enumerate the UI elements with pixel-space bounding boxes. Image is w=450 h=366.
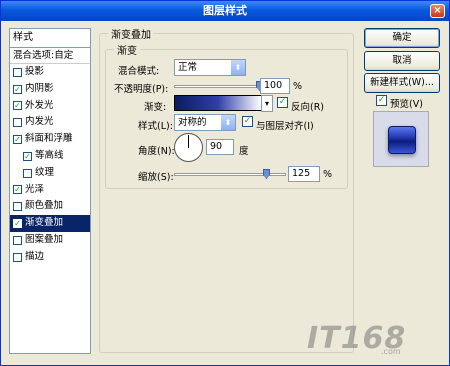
style-item-checkbox[interactable]: ✓	[13, 185, 22, 195]
style-item[interactable]: ✓ 等高线	[10, 148, 90, 165]
style-item-label: 渐变叠加	[25, 217, 64, 229]
style-item-checkbox[interactable]: ✓	[13, 101, 22, 111]
style-item-label: 斜面和浮雕	[25, 133, 73, 145]
chevron-down-icon: ▾	[262, 96, 272, 111]
style-item[interactable]: ✓ 光泽	[10, 182, 90, 199]
watermark-domain: .com	[381, 347, 401, 356]
style-list-header[interactable]: 样式	[10, 29, 90, 48]
opacity-unit: %	[293, 81, 303, 92]
style-item-checkbox[interactable]	[13, 252, 22, 262]
scale-input[interactable]: 125	[288, 166, 320, 182]
style-item[interactable]: 颜色叠加	[10, 198, 90, 215]
style-item[interactable]: ✓ 内阴影	[10, 81, 90, 98]
angle-unit: 度	[239, 146, 249, 157]
chevron-down-icon: ⬍	[221, 115, 235, 130]
opacity-input[interactable]: 100	[260, 78, 290, 94]
style-select[interactable]: 对称的 ⬍	[174, 114, 236, 131]
style-item-checkbox[interactable]	[13, 67, 22, 77]
ok-button[interactable]: 确定	[364, 28, 440, 48]
preview-label: 预览(V)	[390, 99, 423, 110]
cancel-button[interactable]: 取消	[364, 51, 440, 71]
reverse-label: 反向(R)	[291, 102, 325, 113]
style-item[interactable]: ✓ 渐变叠加	[10, 215, 90, 232]
close-button[interactable]: ×	[430, 4, 445, 18]
style-preview	[373, 111, 429, 167]
style-item[interactable]: 纹理	[10, 165, 90, 182]
title-bar: 图层样式 ×	[1, 1, 449, 21]
style-item-checkbox[interactable]: ✓	[13, 219, 22, 229]
gradient-picker-button[interactable]: ▾	[261, 95, 273, 112]
style-item-checkbox[interactable]: ✓	[23, 151, 32, 161]
align-with-layer-label: 与图层对齐(I)	[256, 121, 314, 132]
opacity-label: 不透明度(P):	[114, 84, 169, 95]
blend-mode-select[interactable]: 正常 ⬍	[174, 59, 246, 76]
blend-options-item[interactable]: 混合选项:自定	[10, 48, 90, 64]
angle-dial[interactable]	[174, 133, 203, 162]
style-item[interactable]: 内发光	[10, 114, 90, 131]
style-item-checkbox[interactable]	[13, 118, 22, 128]
style-item[interactable]: ✓ 外发光	[10, 98, 90, 115]
window-title: 图层样式	[203, 4, 247, 17]
style-item-label: 内阴影	[25, 82, 54, 94]
style-item-label: 光泽	[25, 183, 45, 195]
style-item-label: 投影	[25, 66, 45, 77]
style-item[interactable]: ✓ 斜面和浮雕	[10, 131, 90, 148]
style-item[interactable]: 投影	[10, 64, 90, 81]
reverse-checkbox[interactable]: ✓	[277, 97, 288, 108]
gradient-label: 渐变:	[144, 102, 167, 113]
style-item-checkbox[interactable]: ✓	[13, 84, 22, 94]
preview-checkbox[interactable]: ✓	[376, 95, 387, 106]
chevron-down-icon: ⬍	[231, 60, 245, 75]
group-title: 渐变叠加	[108, 26, 154, 41]
preview-swatch	[388, 126, 416, 154]
new-style-button[interactable]: 新建样式(W)...	[364, 73, 440, 93]
style-item-label: 描边	[25, 250, 45, 262]
scale-label: 缩放(S):	[138, 172, 174, 183]
style-item-checkbox[interactable]	[13, 202, 22, 212]
style-item[interactable]: 描边	[10, 249, 90, 266]
style-item-label: 内发光	[25, 116, 54, 128]
style-item-checkbox[interactable]	[13, 235, 22, 245]
style-item-label: 等高线	[35, 149, 64, 161]
style-value: 对称的	[178, 117, 207, 128]
style-item-label: 图案叠加	[25, 233, 64, 245]
subgroup-title: 渐变	[114, 42, 140, 57]
opacity-slider[interactable]	[174, 85, 260, 88]
angle-input[interactable]: 90	[206, 139, 234, 155]
style-label: 样式(L):	[138, 121, 173, 132]
layer-style-dialog: 图层样式 × 样式 混合选项:自定 投影 ✓ 内阴影 ✓ 外发光 内发光 ✓ 斜面和浮雕 ✓ 等高…	[0, 0, 450, 366]
scale-unit: %	[323, 169, 333, 180]
style-item-label: 颜色叠加	[25, 200, 64, 212]
align-with-layer-checkbox[interactable]: ✓	[242, 116, 253, 127]
style-item[interactable]: 图案叠加	[10, 232, 90, 249]
blend-mode-label: 混合模式:	[118, 66, 160, 77]
style-item-checkbox[interactable]: ✓	[13, 135, 22, 145]
style-item-checkbox[interactable]	[23, 168, 32, 178]
blend-mode-value: 正常	[178, 62, 198, 73]
style-list: 样式 混合选项:自定 投影 ✓ 内阴影 ✓ 外发光 内发光 ✓ 斜面和浮雕 ✓ 等高线 纹理 ✓ 光泽颜…	[9, 28, 91, 354]
gradient-swatch[interactable]	[174, 95, 262, 111]
style-item-label: 外发光	[25, 99, 54, 111]
style-item-label: 纹理	[35, 166, 55, 178]
angle-label: 角度(N):	[138, 146, 175, 157]
